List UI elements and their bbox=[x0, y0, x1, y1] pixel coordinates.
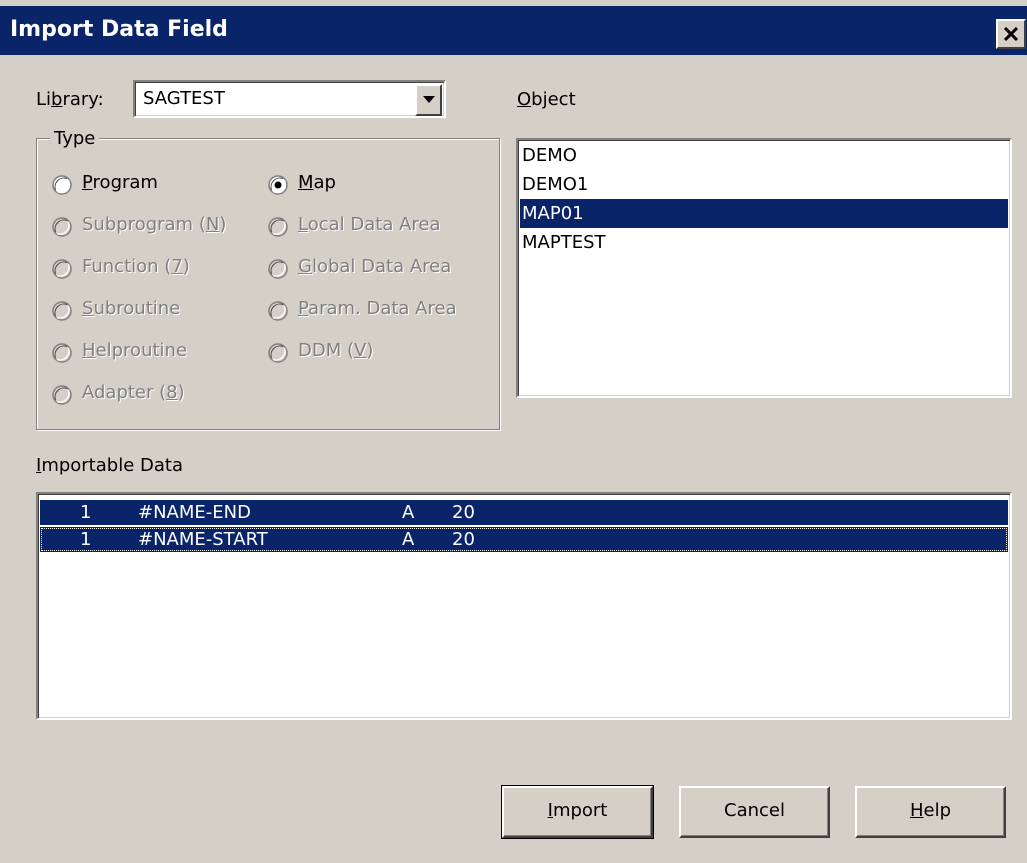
table-row[interactable]: 1 #NAME-END A 20 bbox=[40, 500, 1008, 525]
cell-length: 20 bbox=[452, 502, 475, 523]
label-mnemonic: V bbox=[354, 340, 367, 361]
label-mnemonic: 8 bbox=[166, 382, 178, 403]
label-text: aram. Data Area bbox=[308, 298, 457, 319]
type-radio-label: Local Data Area bbox=[298, 214, 441, 235]
label-text: elproutine bbox=[95, 340, 188, 361]
cell-level: 1 bbox=[80, 529, 92, 550]
type-radio-label: Adapter (8) bbox=[82, 382, 185, 403]
label-text: ) bbox=[177, 382, 185, 403]
import-data-field-dialog: Import Data Field Library: SAGTEST Objec… bbox=[0, 0, 1027, 863]
cancel-button[interactable]: Cancel bbox=[679, 786, 830, 838]
close-icon bbox=[1004, 27, 1018, 41]
radio-unchecked-icon bbox=[268, 301, 288, 321]
cell-level: 1 bbox=[80, 502, 92, 523]
type-radio-label: Function (7) bbox=[82, 256, 190, 277]
cell-format: A bbox=[402, 529, 415, 550]
close-button[interactable] bbox=[996, 19, 1026, 49]
object-listbox[interactable]: DEMO DEMO1 MAP01 MAPTEST bbox=[516, 138, 1012, 398]
library-dropdown-button[interactable] bbox=[415, 84, 442, 116]
type-radio-label: Param. Data Area bbox=[298, 298, 457, 319]
table-row[interactable]: 1 #NAME-START A 20 bbox=[40, 527, 1008, 552]
label-mnemonic: S bbox=[82, 298, 94, 319]
label-mnemonic: N bbox=[205, 214, 220, 235]
import-button[interactable]: Import bbox=[501, 785, 654, 839]
radio-unchecked-icon bbox=[52, 259, 72, 279]
label-mnemonic: 7 bbox=[171, 256, 183, 277]
radio-unchecked-icon bbox=[268, 259, 288, 279]
label-text: ) bbox=[219, 214, 227, 235]
label-mnemonic: P bbox=[298, 298, 309, 319]
title-bar: Import Data Field bbox=[0, 6, 1027, 55]
label-text: Function ( bbox=[82, 256, 172, 277]
object-list-item[interactable]: DEMO bbox=[520, 141, 1008, 170]
window-title: Import Data Field bbox=[10, 17, 228, 42]
object-list-item[interactable]: DEMO1 bbox=[520, 170, 1008, 199]
importable-data-listbox[interactable]: 1 #NAME-END A 20 1 #NAME-START A 20 bbox=[36, 492, 1012, 720]
radio-unchecked-icon bbox=[52, 217, 72, 237]
radio-unchecked-icon bbox=[268, 343, 288, 363]
label-text: ap bbox=[313, 172, 336, 193]
radio-unchecked-icon bbox=[268, 217, 288, 237]
object-label: Object bbox=[517, 89, 576, 110]
cell-length: 20 bbox=[452, 529, 475, 550]
type-radio-label: Program bbox=[82, 172, 158, 193]
library-value: SAGTEST bbox=[143, 88, 225, 109]
chevron-down-icon bbox=[423, 96, 435, 103]
label-text: Adapter ( bbox=[82, 382, 167, 403]
label-text: ocal Data Area bbox=[307, 214, 441, 235]
importable-data-label: Importable Data bbox=[36, 455, 183, 476]
type-radio-label: Helproutine bbox=[82, 340, 187, 361]
label-text: ) bbox=[366, 340, 374, 361]
type-radio-label: Global Data Area bbox=[298, 256, 451, 277]
label-mnemonic: G bbox=[298, 256, 312, 277]
type-radio-label: DDM (V) bbox=[298, 340, 373, 361]
label-mnemonic: H bbox=[82, 340, 96, 361]
label-mnemonic: L bbox=[298, 214, 308, 235]
label-mnemonic: M bbox=[298, 172, 314, 193]
cell-name: #NAME-START bbox=[138, 529, 268, 550]
radio-checked-icon bbox=[268, 175, 288, 195]
cell-name: #NAME-END bbox=[138, 502, 251, 523]
type-group-label: Type bbox=[50, 128, 100, 149]
radio-unchecked-icon bbox=[52, 301, 72, 321]
label-text: lobal Data Area bbox=[311, 256, 452, 277]
object-list-item[interactable]: MAPTEST bbox=[520, 228, 1008, 257]
label-mnemonic: P bbox=[82, 172, 93, 193]
help-button[interactable]: Help bbox=[855, 786, 1006, 838]
radio-unchecked-icon bbox=[52, 175, 72, 195]
label-text: ubroutine bbox=[93, 298, 181, 319]
cell-format: A bbox=[402, 502, 415, 523]
label-text: Subprogram ( bbox=[82, 214, 206, 235]
library-combobox[interactable]: SAGTEST bbox=[133, 80, 446, 118]
type-radio-label: Subprogram (N) bbox=[82, 214, 226, 235]
object-list-item[interactable]: MAP01 bbox=[520, 199, 1008, 228]
label-text: ) bbox=[182, 256, 190, 277]
type-radio-label: Subroutine bbox=[82, 298, 180, 319]
type-radio-label: Map bbox=[298, 172, 336, 193]
label-text: rogram bbox=[92, 172, 158, 193]
radio-unchecked-icon bbox=[52, 385, 72, 405]
label-text: DDM ( bbox=[298, 340, 354, 361]
library-label: Library: bbox=[36, 89, 104, 110]
radio-unchecked-icon bbox=[52, 343, 72, 363]
